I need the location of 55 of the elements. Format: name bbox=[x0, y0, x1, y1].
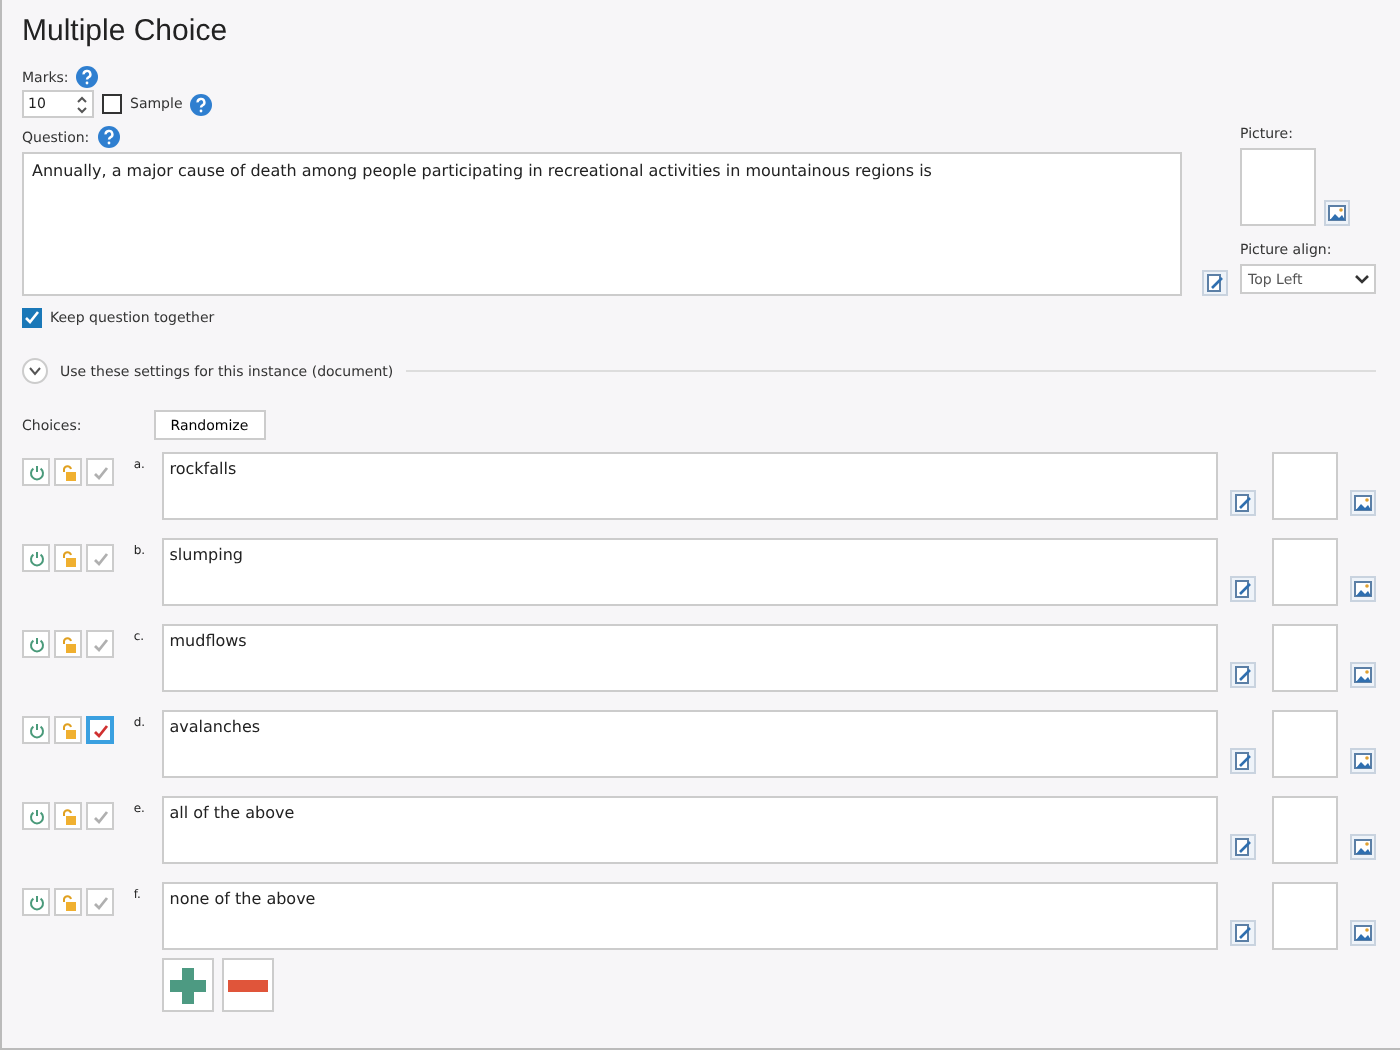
edit-icon[interactable] bbox=[1230, 662, 1257, 688]
sample-checkbox[interactable] bbox=[102, 94, 122, 114]
correct-answer-button[interactable] bbox=[86, 630, 114, 658]
edit-icon[interactable] bbox=[1202, 270, 1228, 296]
add-icon[interactable] bbox=[162, 958, 214, 1012]
choice-field[interactable]: all of the above bbox=[161, 796, 1219, 864]
correct-answer-button[interactable] bbox=[86, 888, 114, 916]
correct-answer-button[interactable] bbox=[86, 716, 114, 744]
help-icon[interactable] bbox=[190, 93, 213, 115]
image-icon[interactable] bbox=[1350, 662, 1376, 688]
checkmark-icon bbox=[91, 549, 109, 567]
choice-field[interactable]: mudflows bbox=[161, 624, 1219, 692]
correct-answer-button[interactable] bbox=[86, 544, 114, 572]
padlock-icon[interactable] bbox=[54, 544, 82, 572]
checkmark-icon bbox=[91, 463, 109, 481]
power-icon[interactable] bbox=[22, 544, 50, 572]
image-icon[interactable] bbox=[1350, 920, 1376, 946]
checkmark-icon bbox=[91, 893, 109, 911]
edit-icon[interactable] bbox=[1230, 576, 1257, 602]
padlock-icon[interactable] bbox=[54, 888, 82, 916]
power-icon[interactable] bbox=[22, 716, 50, 744]
checkmark-icon bbox=[91, 721, 109, 739]
edit-icon[interactable] bbox=[1230, 748, 1257, 774]
expand-icon[interactable] bbox=[22, 358, 48, 384]
dialog-title: Multiple Choice bbox=[22, 14, 230, 48]
checkmark-icon bbox=[91, 807, 109, 825]
image-icon[interactable] bbox=[1350, 834, 1376, 860]
padlock-icon[interactable] bbox=[54, 458, 82, 486]
power-icon[interactable] bbox=[22, 630, 50, 658]
keep-together-checkbox[interactable] bbox=[22, 308, 42, 328]
spinner-arrows-icon[interactable] bbox=[76, 93, 88, 115]
padlock-icon[interactable] bbox=[54, 716, 82, 744]
power-icon[interactable] bbox=[22, 888, 50, 916]
help-icon[interactable] bbox=[97, 126, 120, 148]
edit-icon[interactable] bbox=[1230, 490, 1257, 516]
edit-icon[interactable] bbox=[1230, 834, 1257, 860]
remove-icon[interactable] bbox=[222, 958, 274, 1012]
edit-icon[interactable] bbox=[1230, 920, 1257, 946]
correct-answer-button[interactable] bbox=[86, 802, 114, 830]
help-icon[interactable] bbox=[76, 66, 99, 88]
image-icon[interactable] bbox=[1350, 748, 1376, 774]
padlock-icon[interactable] bbox=[54, 630, 82, 658]
question-field[interactable]: Annually, a major cause of death among people participating in recreational activities in mountainous regions is bbox=[22, 152, 1182, 296]
power-icon[interactable] bbox=[22, 802, 50, 830]
choice-field[interactable]: none of the above bbox=[161, 882, 1219, 950]
image-icon[interactable] bbox=[1350, 576, 1376, 602]
power-icon[interactable] bbox=[22, 458, 50, 486]
image-icon[interactable] bbox=[1350, 490, 1376, 516]
checkmark-icon bbox=[91, 635, 109, 653]
padlock-icon[interactable] bbox=[54, 802, 82, 830]
choice-field[interactable]: rockfalls bbox=[161, 452, 1219, 520]
correct-answer-button[interactable] bbox=[86, 458, 114, 486]
choice-field[interactable]: avalanches bbox=[161, 710, 1219, 778]
image-icon[interactable] bbox=[1324, 200, 1350, 226]
choice-field[interactable]: slumping bbox=[161, 538, 1219, 606]
